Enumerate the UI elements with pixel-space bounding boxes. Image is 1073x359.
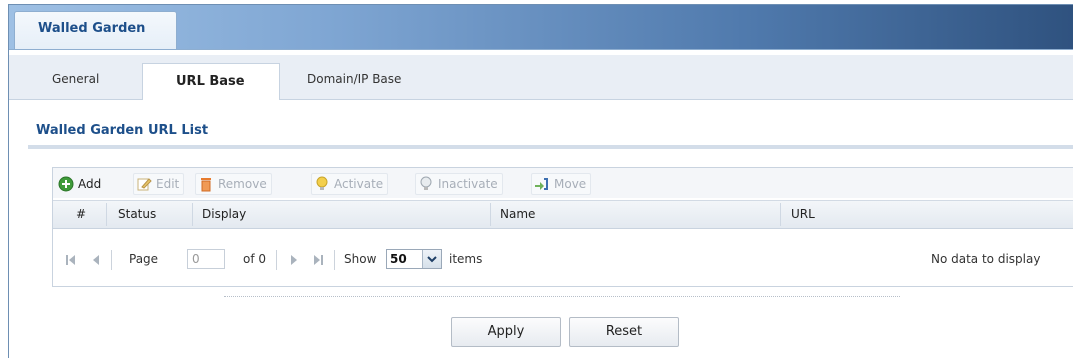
tab-domain-ip-base[interactable]: Domain/IP Base bbox=[307, 72, 401, 86]
page-size-value: 50 bbox=[390, 252, 407, 266]
remove-button[interactable]: Remove bbox=[195, 173, 272, 195]
next-page-icon[interactable] bbox=[286, 252, 302, 268]
reset-button[interactable]: Reset bbox=[569, 317, 679, 347]
title-tab-label: Walled Garden bbox=[38, 21, 146, 36]
column-divider bbox=[106, 203, 107, 226]
page-label: Page bbox=[129, 252, 159, 266]
inactivate-button[interactable]: Inactivate bbox=[415, 173, 503, 195]
col-status[interactable]: Status bbox=[118, 207, 156, 221]
tab-url-base[interactable]: URL Base bbox=[142, 63, 280, 100]
pager-divider bbox=[334, 250, 335, 270]
column-divider bbox=[192, 203, 193, 226]
chevron-down-icon[interactable] bbox=[422, 250, 441, 268]
section-divider bbox=[28, 145, 1073, 149]
activate-label: Activate bbox=[334, 177, 384, 191]
add-button[interactable]: Add bbox=[55, 173, 106, 195]
divider bbox=[224, 296, 900, 297]
apply-button[interactable]: Apply bbox=[451, 317, 561, 347]
col-display[interactable]: Display bbox=[202, 207, 246, 221]
add-label: Add bbox=[78, 177, 102, 191]
inactivate-label: Inactivate bbox=[438, 177, 498, 191]
tab-strip: General URL Base Domain/IP Base bbox=[9, 55, 1073, 100]
move-button[interactable]: Move bbox=[531, 173, 592, 195]
column-divider bbox=[780, 203, 781, 226]
lightbulb-off-icon bbox=[418, 176, 434, 192]
edit-label: Edit bbox=[156, 177, 180, 191]
table-header: # Status Display Name URL bbox=[53, 200, 1073, 229]
add-icon bbox=[58, 176, 74, 192]
col-name[interactable]: Name bbox=[500, 207, 535, 221]
pagination-bar: Page 0 of 0 Show 50 items No data to dis… bbox=[53, 238, 1073, 282]
toolbar: Add Edit Remove Activate Inactivate Move bbox=[53, 168, 1073, 198]
items-label: items bbox=[449, 252, 483, 266]
col-url[interactable]: URL bbox=[791, 207, 815, 221]
page-number-input[interactable]: 0 bbox=[187, 249, 225, 269]
title-tab[interactable]: Walled Garden bbox=[14, 11, 177, 49]
pager-divider bbox=[111, 250, 112, 270]
tab-general[interactable]: General bbox=[52, 72, 99, 86]
move-label: Move bbox=[554, 177, 587, 191]
trash-icon bbox=[198, 176, 214, 192]
lightbulb-icon bbox=[314, 176, 330, 192]
tab-url-base-label: URL Base bbox=[176, 74, 245, 89]
empty-message: No data to display bbox=[931, 252, 1041, 266]
pager-divider bbox=[276, 250, 277, 270]
show-label: Show bbox=[344, 252, 377, 266]
first-page-icon[interactable] bbox=[63, 252, 79, 268]
activate-button[interactable]: Activate bbox=[311, 173, 389, 195]
column-divider bbox=[490, 203, 491, 226]
last-page-icon[interactable] bbox=[310, 252, 326, 268]
remove-label: Remove bbox=[218, 177, 267, 191]
prev-page-icon[interactable] bbox=[88, 252, 104, 268]
page-count: of 0 bbox=[243, 252, 267, 266]
col-number[interactable]: # bbox=[76, 207, 86, 221]
page-size-select[interactable]: 50 bbox=[386, 249, 442, 269]
move-icon bbox=[534, 176, 550, 192]
edit-icon bbox=[136, 176, 152, 192]
edit-button[interactable]: Edit bbox=[133, 173, 185, 195]
section-title: Walled Garden URL List bbox=[36, 123, 209, 138]
